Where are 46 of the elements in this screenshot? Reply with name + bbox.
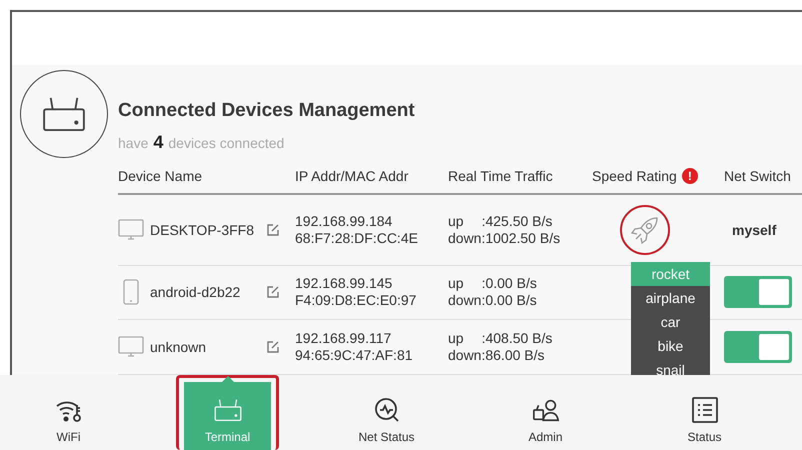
speed-option[interactable]: car — [631, 310, 710, 334]
device-count: 4 — [153, 132, 164, 153]
upload-rate: :0.00 B/s — [482, 275, 537, 292]
nav-tab[interactable]: WiFi — [25, 382, 112, 450]
edit-icon[interactable] — [266, 285, 280, 300]
net-toggle[interactable] — [724, 276, 792, 308]
ip-address: 192.168.99.184 — [295, 212, 394, 230]
edit-icon[interactable] — [266, 222, 280, 237]
column-header: Real Time Traffic — [448, 168, 553, 184]
ip-address: 192.168.99.117 — [295, 330, 392, 348]
download-rate: down:1002.50 B/s — [448, 230, 562, 247]
list-icon — [690, 396, 718, 424]
speed-option[interactable]: airplane — [631, 286, 710, 310]
alert-badge: ! — [682, 168, 698, 184]
rocket-icon[interactable] — [630, 214, 660, 245]
upload-label: up — [448, 275, 464, 292]
count-prefix: have — [118, 135, 148, 151]
upload-rate: :425.50 B/s — [482, 212, 552, 230]
column-header: Device Name — [118, 168, 202, 184]
mac-address: 68:F7:28:DF:CC:4E — [295, 230, 419, 247]
net-toggle[interactable] — [724, 331, 792, 364]
download-rate: down:0.00 B/s — [448, 292, 538, 310]
mac-address: 94:65:9C:47:AF:81 — [295, 347, 414, 364]
column-header: Speed Rating — [592, 168, 677, 184]
edit-icon[interactable] — [266, 340, 280, 354]
upload-label: up — [448, 330, 464, 348]
device-name: unknown — [150, 339, 208, 356]
download-rate: down:86.00 B/s — [448, 347, 546, 364]
upload-rate: :408.50 B/s — [482, 330, 552, 348]
column-header: Net Switch — [724, 168, 791, 184]
nav-tab[interactable]: Status — [661, 382, 748, 450]
device-name: DESKTOP-3FF8 — [150, 222, 255, 238]
column-header: IP Addr/MAC Addr — [295, 168, 408, 184]
speed-option[interactable]: snail — [631, 358, 710, 375]
nav-tab[interactable]: Admin — [502, 382, 589, 450]
page-title: Connected Devices Management — [118, 100, 415, 122]
speed-option[interactable]: bike — [631, 334, 710, 358]
count-suffix: devices connected — [168, 135, 284, 151]
pulse-search-icon — [372, 396, 400, 424]
ip-address: 192.168.99.145 — [295, 275, 394, 292]
router-icon — [42, 96, 86, 132]
nav-tab[interactable]: Net Status — [343, 382, 430, 450]
upload-label: up — [448, 212, 464, 230]
mac-address: F4:09:D8:EC:E0:97 — [295, 292, 418, 310]
self-label: myself — [731, 222, 776, 238]
device-name: android-d2b22 — [150, 284, 242, 300]
